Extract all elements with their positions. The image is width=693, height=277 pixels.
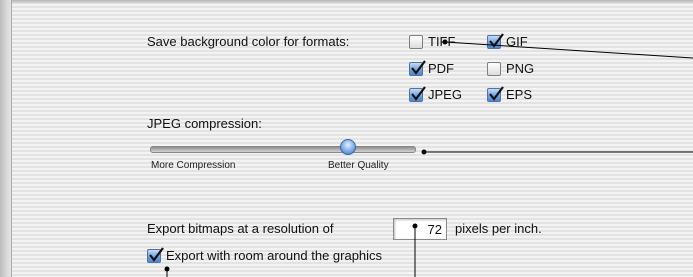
callout-dot xyxy=(164,266,170,272)
callout-dot xyxy=(442,39,448,45)
callout-dot xyxy=(412,223,418,229)
callout-dot xyxy=(421,149,427,155)
callout-lines xyxy=(164,39,693,277)
preferences-panel: Save background color for formats: TIFF … xyxy=(0,0,693,277)
